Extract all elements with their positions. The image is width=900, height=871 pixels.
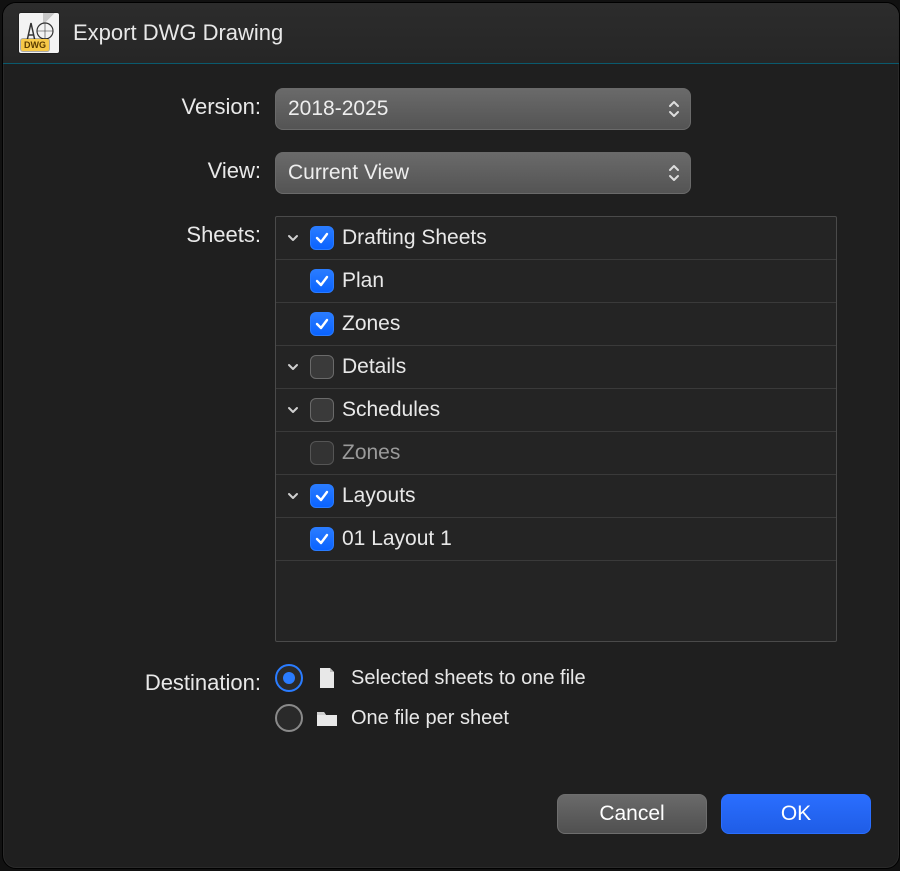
tree-group[interactable]: Details (276, 346, 836, 389)
tree-item[interactable]: 01 Layout 1 (276, 518, 836, 561)
item-checkbox[interactable] (310, 527, 334, 551)
chevron-down-icon[interactable] (284, 358, 302, 376)
dialog-content: Version: 2018-2025 View: Current View (3, 64, 899, 774)
folder-icon (315, 706, 339, 730)
tree-item[interactable]: Zones (276, 303, 836, 346)
version-select[interactable]: 2018-2025 (275, 88, 691, 130)
view-row: View: Current View (31, 152, 871, 194)
view-select-value: Current View (288, 161, 409, 185)
tree-group[interactable]: Layouts (276, 475, 836, 518)
group-label: Schedules (342, 398, 440, 422)
tree-filler (276, 561, 836, 641)
group-label: Details (342, 355, 406, 379)
view-label: View: (31, 152, 261, 184)
group-label: Layouts (342, 484, 416, 508)
destination-option-label: Selected sheets to one file (351, 667, 586, 690)
item-checkbox[interactable] (310, 312, 334, 336)
item-checkbox (310, 441, 334, 465)
sheets-row: Sheets: Drafting Sheets Plan Zones Details S… (31, 216, 871, 642)
tree-group[interactable]: Schedules (276, 389, 836, 432)
destination-row: Destination: Selected sheets to one file… (31, 664, 871, 732)
chevron-down-icon[interactable] (284, 487, 302, 505)
item-label: 01 Layout 1 (342, 527, 452, 551)
cancel-button[interactable]: Cancel (557, 794, 707, 834)
group-checkbox[interactable] (310, 484, 334, 508)
group-checkbox[interactable] (310, 226, 334, 250)
item-label: Zones (342, 312, 400, 336)
group-label: Drafting Sheets (342, 226, 487, 250)
tree-item: Zones (276, 432, 836, 475)
updown-icon (666, 162, 682, 184)
destination-radio[interactable] (275, 704, 303, 732)
item-label: Zones (342, 441, 400, 465)
dwg-file-icon: DWG (19, 13, 59, 53)
destination-option-label: One file per sheet (351, 707, 509, 730)
destination-label: Destination: (31, 664, 261, 696)
dialog-footer: Cancel OK (3, 774, 899, 868)
titlebar: DWG Export DWG Drawing (3, 3, 899, 64)
view-select[interactable]: Current View (275, 152, 691, 194)
destination-option[interactable]: One file per sheet (275, 704, 871, 732)
icon-format-tag: DWG (21, 39, 49, 51)
group-checkbox[interactable] (310, 355, 334, 379)
version-row: Version: 2018-2025 (31, 88, 871, 130)
chevron-down-icon[interactable] (284, 401, 302, 419)
destination-options: Selected sheets to one file One file per … (275, 664, 871, 732)
sheets-label: Sheets: (31, 216, 261, 248)
ok-button[interactable]: OK (721, 794, 871, 834)
sheets-tree[interactable]: Drafting Sheets Plan Zones Details Schedules… (275, 216, 837, 642)
export-dwg-dialog: DWG Export DWG Drawing Version: 2018-202… (2, 2, 900, 869)
version-select-value: 2018-2025 (288, 97, 388, 121)
tree-item[interactable]: Plan (276, 260, 836, 303)
destination-radio[interactable] (275, 664, 303, 692)
version-label: Version: (31, 88, 261, 120)
item-checkbox[interactable] (310, 269, 334, 293)
chevron-down-icon[interactable] (284, 229, 302, 247)
destination-option[interactable]: Selected sheets to one file (275, 664, 871, 692)
window-title: Export DWG Drawing (73, 20, 283, 46)
updown-icon (666, 98, 682, 120)
tree-group[interactable]: Drafting Sheets (276, 217, 836, 260)
item-label: Plan (342, 269, 384, 293)
group-checkbox[interactable] (310, 398, 334, 422)
file-icon (315, 666, 339, 690)
